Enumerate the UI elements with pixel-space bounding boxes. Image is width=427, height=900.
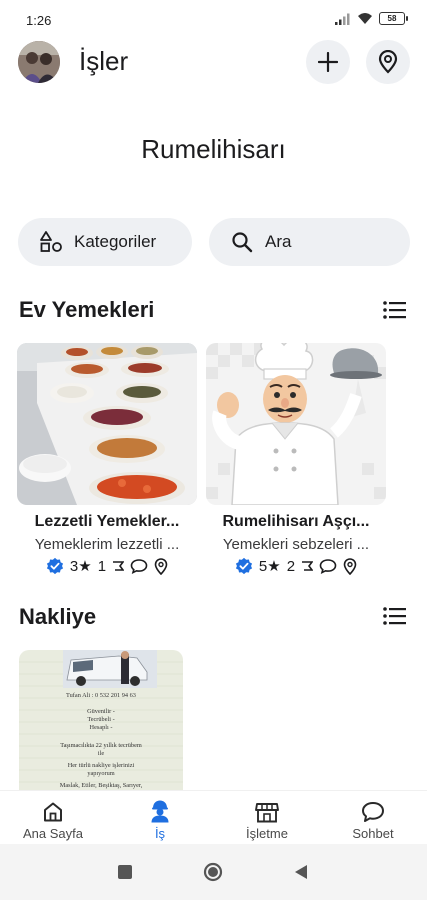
verified-badge-icon — [46, 557, 64, 575]
flyer-line: Her türlü nakliye işlerinizi — [67, 762, 135, 769]
battery-level: 58 — [387, 14, 397, 23]
rating: 3★ — [69, 558, 92, 575]
back-triangle-icon — [295, 865, 307, 879]
nav-chat-label: Sohbet — [352, 826, 394, 841]
status-icons: 58 — [335, 12, 408, 25]
review-flag-icon — [113, 561, 125, 571]
nav-business-label: İşletme — [246, 826, 288, 841]
card-title: Rumelihisarı Aşçı... — [222, 513, 370, 530]
back-button[interactable] — [291, 862, 311, 882]
store-icon — [255, 803, 279, 823]
reviews-count: 1 — [97, 557, 107, 575]
nav-home[interactable]: Ana Sayfa — [8, 791, 98, 845]
signal-icon — [335, 13, 350, 25]
avatar[interactable] — [18, 41, 60, 83]
location-title[interactable]: Rumelihisarı — [0, 134, 427, 165]
rating: 5★ — [258, 558, 281, 575]
add-button[interactable] — [306, 40, 350, 84]
categories-button[interactable]: Kategoriler — [18, 218, 192, 266]
flyer-line: ile — [97, 750, 105, 757]
circle-icon — [203, 862, 223, 882]
wifi-icon — [358, 13, 372, 24]
status-time: 1:26 — [26, 13, 52, 28]
card-description: Yemeklerim lezzetli ... — [34, 536, 180, 553]
shapes-icon — [38, 229, 64, 255]
location-pin-icon — [154, 557, 168, 575]
flyer-line: Güvenilir - — [87, 708, 115, 715]
home-button[interactable] — [203, 862, 223, 882]
card-description: Yemekleri sebzeleri ... — [222, 536, 370, 553]
flyer-line: Hesaplı - — [89, 724, 113, 731]
section-title-ev-yemekleri: Ev Yemekleri — [19, 297, 155, 322]
card-meta: 5★ 2 — [206, 557, 386, 575]
location-pin-icon — [378, 50, 398, 74]
list-view-button[interactable] — [380, 601, 410, 631]
search-icon — [229, 229, 255, 255]
chat-bubble-icon — [130, 559, 148, 574]
listing-card[interactable]: Lezzetli Yemekler... Yemeklerim lezzetli… — [17, 343, 197, 575]
card-meta: 3★ 1 — [17, 557, 197, 575]
food-photo — [17, 343, 197, 505]
search-button[interactable]: Ara — [209, 218, 410, 266]
card-title: Lezzetli Yemekler... — [34, 513, 180, 530]
chat-icon — [362, 802, 384, 822]
transport-flyer-image[interactable]: Tufan Ali : 0 532 201 94 63 Güvenilir - … — [19, 650, 183, 790]
list-icon — [383, 607, 406, 625]
categories-label: Kategoriler — [74, 232, 157, 251]
square-icon — [118, 865, 132, 879]
nav-chat[interactable]: Sohbet — [328, 791, 418, 845]
flyer-line: Tufan Ali : 0 532 201 94 63 — [66, 692, 136, 699]
battery-icon: 58 — [379, 12, 408, 25]
location-pin-icon — [343, 557, 357, 575]
nav-jobs-label: İş — [154, 826, 166, 841]
page-title: İşler — [79, 46, 129, 76]
nav-jobs[interactable]: İş — [115, 791, 205, 845]
flyer-line: Maslak, Etiler, Beşiktaş, Sarıyer, — [59, 782, 143, 789]
list-icon — [383, 301, 406, 319]
flyer-line: Tecrübeli - — [87, 716, 115, 723]
search-label: Ara — [265, 232, 292, 251]
chef-photo — [206, 343, 386, 505]
nav-home-label: Ana Sayfa — [23, 826, 83, 841]
listing-card[interactable]: Rumelihisarı Aşçı... Yemekleri sebzeleri… — [206, 343, 386, 575]
plus-icon — [318, 52, 338, 72]
reviews-count: 2 — [286, 557, 296, 575]
review-flag-icon — [302, 561, 314, 571]
flyer-line: Taşımacılıkta 22 yıllık tecrübem — [60, 742, 142, 749]
status-bar: 1:26 58 — [0, 0, 427, 40]
location-button[interactable] — [366, 40, 410, 84]
home-icon — [44, 802, 62, 822]
flyer-line: yapıyorum — [87, 770, 115, 777]
recent-apps-button[interactable] — [115, 862, 135, 882]
bottom-navigation: Ana Sayfa İş İşletme Sohbet — [0, 790, 427, 844]
verified-badge-icon — [235, 557, 253, 575]
section-title-nakliye: Nakliye — [19, 604, 97, 629]
system-navigation-bar — [0, 844, 427, 900]
header: İşler — [0, 40, 427, 84]
worker-icon — [151, 800, 169, 823]
list-view-button[interactable] — [380, 295, 410, 325]
nav-business[interactable]: İşletme — [222, 791, 312, 845]
chat-bubble-icon — [319, 559, 337, 574]
